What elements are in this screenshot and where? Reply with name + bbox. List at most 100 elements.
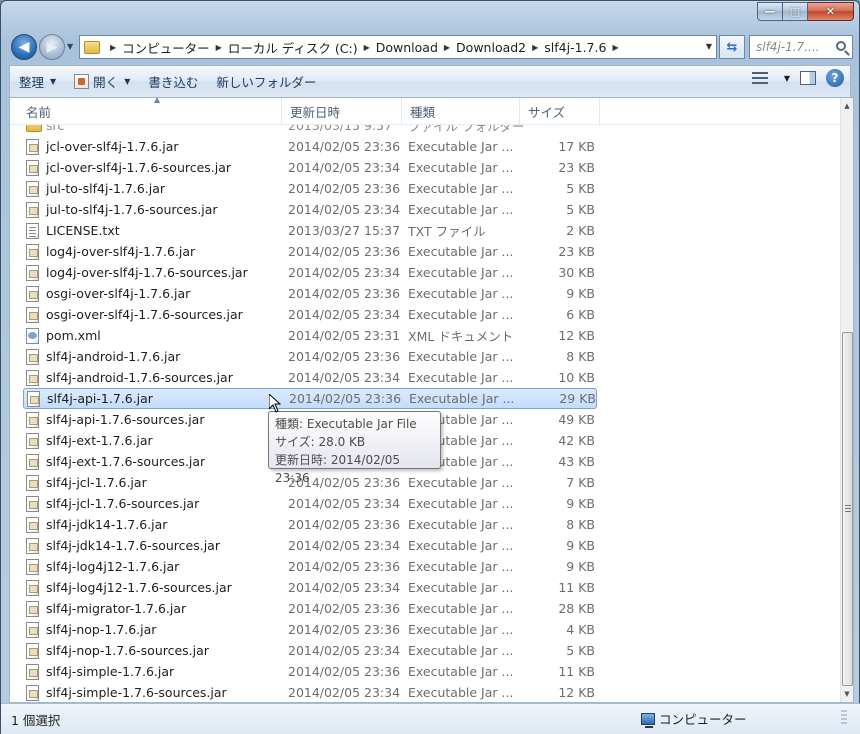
file-name: slf4j-api-1.7.6.jar [47, 391, 153, 406]
file-size: 9 KB [566, 496, 595, 511]
file-name-cell: slf4j-api-1.7.6.jar [27, 390, 153, 407]
file-name: slf4j-jcl-1.7.6.jar [46, 475, 147, 490]
list-item[interactable]: jul-to-slf4j-1.7.6-sources.jar 2014/02/05… [23, 199, 597, 220]
list-item[interactable]: pom.xml 2014/02/05 23:31 XML ドキュメント 12 KB [23, 325, 597, 346]
list-item[interactable]: osgi-over-slf4j-1.7.6-sources.jar 2014/02… [23, 304, 597, 325]
chevron-right-icon[interactable]: ▶ [532, 43, 538, 52]
chevron-right-icon[interactable]: ▶ [110, 43, 116, 52]
breadcrumb-download[interactable]: Download [376, 40, 438, 55]
list-item[interactable]: osgi-over-slf4j-1.7.6.jar 2014/02/05 23:3… [23, 283, 597, 304]
jar-file-icon [27, 390, 40, 407]
list-item[interactable]: log4j-over-slf4j-1.7.6.jar 2014/02/05 23:… [23, 241, 597, 262]
list-item[interactable]: slf4j-nop-1.7.6-sources.jar 2014/02/05 23… [23, 640, 597, 661]
list-item[interactable]: jcl-over-slf4j-1.7.6.jar 2014/02/05 23:36… [23, 136, 597, 157]
list-item[interactable]: slf4j-log4j12-1.7.6.jar 2014/02/05 23:36 E… [23, 556, 597, 577]
chevron-right-icon[interactable]: ▶ [612, 43, 618, 52]
scrollbar-thumb[interactable] [842, 332, 853, 686]
file-type: Executable Jar ... [408, 370, 514, 385]
search-input[interactable]: slf4j-1.7.... [749, 35, 853, 59]
jar-file-icon [26, 369, 39, 386]
file-date: 2014/02/05 23:36 [288, 349, 401, 364]
vertical-scrollbar[interactable]: ▲ ▼ [840, 98, 853, 702]
file-size: 2 KB [566, 223, 595, 238]
list-item[interactable]: slf4j-jcl-1.7.6-sources.jar 2014/02/05 23… [23, 493, 597, 514]
close-button[interactable]: ✕ [808, 2, 854, 21]
file-name-cell: LICENSE.txt [26, 222, 120, 239]
file-name-cell: pom.xml [26, 327, 101, 344]
list-item[interactable]: slf4j-simple-1.7.6.jar 2014/02/05 23:36 Ex… [23, 661, 597, 682]
back-button[interactable]: ◀ [11, 34, 37, 60]
refresh-button[interactable]: ⇆ [719, 35, 745, 59]
file-name: slf4j-api-1.7.6-sources.jar [46, 412, 205, 427]
column-header-size[interactable]: サイズ [520, 98, 600, 125]
resize-grip-icon[interactable] [841, 710, 847, 726]
list-item-partial[interactable]: src 2013/03/15 9:57 ファイル フォルダー [23, 125, 597, 136]
file-type: Executable Jar ... [408, 517, 514, 532]
maximize-button[interactable]: □ [783, 2, 808, 21]
scroll-down-icon[interactable]: ▼ [841, 686, 853, 702]
list-item[interactable]: slf4j-jdk14-1.7.6.jar 2014/02/05 23:36 Exe… [23, 514, 597, 535]
view-options-dropdown-icon[interactable]: ▼ [784, 74, 790, 83]
file-name-cell: slf4j-simple-1.7.6-sources.jar [26, 684, 227, 701]
minimize-button[interactable]: — [757, 2, 783, 21]
burn-button[interactable]: 書き込む [139, 69, 207, 95]
address-history-dropdown-icon[interactable]: ▼ [706, 42, 712, 51]
list-item[interactable]: slf4j-android-1.7.6.jar 2014/02/05 23:36 E… [23, 346, 597, 367]
chevron-right-icon[interactable]: ▶ [444, 43, 450, 52]
column-header-name[interactable]: 名前 ▲ [18, 95, 282, 125]
file-name: log4j-over-slf4j-1.7.6-sources.jar [46, 265, 248, 280]
organize-button[interactable]: 整理 ▼ [10, 69, 65, 95]
forward-button[interactable]: ▶ [39, 34, 65, 60]
preview-pane-icon[interactable] [800, 71, 816, 85]
file-date: 2014/02/05 23:34 [288, 265, 401, 280]
xml-file-icon [26, 327, 39, 344]
list-item[interactable]: jul-to-slf4j-1.7.6.jar 2014/02/05 23:36 Ex… [23, 178, 597, 199]
new-folder-button[interactable]: 新しいフォルダー [207, 69, 325, 95]
jar-file-icon [26, 684, 39, 701]
chevron-right-icon[interactable]: ▶ [216, 43, 222, 52]
chevron-right-icon[interactable]: ▶ [364, 43, 370, 52]
file-size: 12 KB [558, 328, 595, 343]
recent-pages-dropdown-icon[interactable]: ▼ [67, 42, 73, 51]
breadcrumb-computer[interactable]: コンピューター [122, 38, 210, 57]
back-arrow-icon: ◀ [18, 39, 30, 55]
breadcrumb-download2[interactable]: Download2 [456, 40, 526, 55]
tooltip-size: サイズ: 28.0 KB [275, 435, 366, 449]
jar-file-icon [26, 516, 39, 533]
file-size: 11 KB [558, 664, 595, 679]
change-view-icon[interactable] [751, 72, 768, 84]
list-item[interactable]: jcl-over-slf4j-1.7.6-sources.jar 2014/02/… [23, 157, 597, 178]
list-item-selected[interactable]: slf4j-api-1.7.6.jar 2014/02/05 23:36 Execu… [23, 388, 597, 409]
file-date: 2014/02/05 23:36 [288, 181, 401, 196]
tooltip-type: 種類: Executable Jar File [275, 417, 417, 431]
open-button[interactable]: 開く ▼ [65, 69, 139, 95]
file-name-cell: slf4j-api-1.7.6-sources.jar [26, 411, 205, 428]
file-size: 28 KB [558, 601, 595, 616]
file-date: 2014/02/05 23:34 [288, 496, 401, 511]
help-icon[interactable]: ? [826, 69, 844, 87]
scroll-up-icon[interactable]: ▲ [841, 98, 853, 114]
list-item[interactable]: slf4j-android-1.7.6-sources.jar 2014/02/0… [23, 367, 597, 388]
list-item[interactable]: log4j-over-slf4j-1.7.6-sources.jar 2014/0… [23, 262, 597, 283]
list-item[interactable]: LICENSE.txt 2013/03/27 15:37 TXT ファイル 2 KB [23, 220, 597, 241]
jar-file-icon [26, 264, 39, 281]
list-item[interactable]: slf4j-jdk14-1.7.6-sources.jar 2014/02/05 … [23, 535, 597, 556]
list-item[interactable]: slf4j-migrator-1.7.6.jar 2014/02/05 23:36… [23, 598, 597, 619]
column-header-date[interactable]: 更新日時 [282, 98, 402, 125]
list-item[interactable]: slf4j-log4j12-1.7.6-sources.jar 2014/02/0… [23, 577, 597, 598]
file-name: osgi-over-slf4j-1.7.6-sources.jar [46, 307, 243, 322]
chevron-down-icon: ▼ [124, 77, 131, 86]
file-date: 2013/03/15 9:57 [288, 125, 393, 133]
breadcrumb-slf4j[interactable]: slf4j-1.7.6 [544, 40, 606, 55]
file-type: Executable Jar ... [408, 244, 514, 259]
list-item[interactable]: slf4j-simple-1.7.6-sources.jar 2014/02/05… [23, 682, 597, 702]
column-header-type[interactable]: 種類 [402, 98, 520, 125]
jar-file-icon [26, 159, 39, 176]
file-date: 2014/02/05 23:36 [288, 517, 401, 532]
maximize-icon: □ [789, 5, 801, 18]
file-date: 2014/02/05 23:34 [288, 538, 401, 553]
breadcrumb-local-disk[interactable]: ローカル ディスク (C:) [228, 38, 358, 57]
address-bar[interactable]: ▶ コンピューター ▶ ローカル ディスク (C:) ▶ Download ▶ … [79, 35, 717, 59]
list-item[interactable]: slf4j-nop-1.7.6.jar 2014/02/05 23:36 Execu… [23, 619, 597, 640]
file-date: 2013/03/27 15:37 [288, 223, 401, 238]
